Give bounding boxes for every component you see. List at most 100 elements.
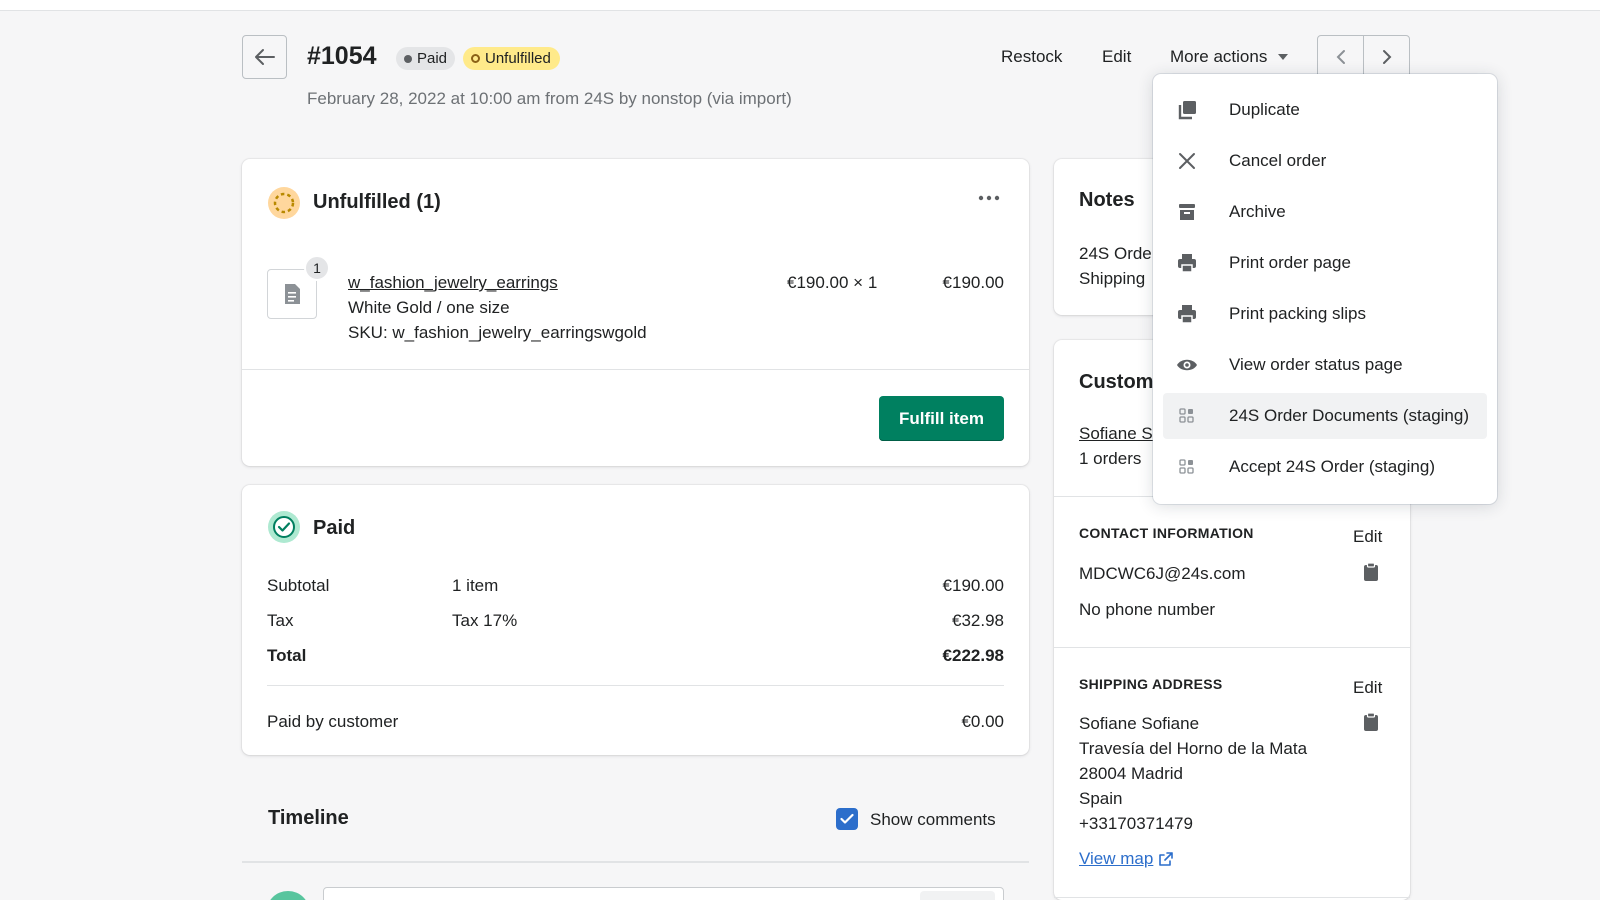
status-badge-paid: Paid (396, 47, 456, 70)
status-badge-paid-label: Paid (417, 50, 448, 67)
close-icon (1175, 149, 1199, 173)
notes-line-2: Shipping (1079, 269, 1146, 288)
menu-item-duplicate[interactable]: Duplicate (1163, 87, 1487, 133)
caret-down-icon (1278, 54, 1289, 60)
notes-line-1: 24S Orde (1079, 244, 1152, 263)
menu-item-label: Duplicate (1229, 100, 1300, 119)
address-name: Sofiane Sofiane (1079, 714, 1200, 733)
contact-edit-link[interactable]: Edit (1353, 527, 1382, 547)
product-variant: White Gold / one size (348, 298, 510, 317)
menu-item-label: Print packing slips (1229, 304, 1367, 323)
chevron-right-icon (1382, 50, 1391, 64)
shipping-edit-link[interactable]: Edit (1353, 678, 1382, 698)
menu-item-label: View order status page (1229, 355, 1403, 374)
timeline-divider (242, 861, 1029, 863)
more-actions-menu: Duplicate Cancel order Archive Print ord… (1153, 74, 1497, 504)
paid-by-customer-label: Paid by customer (267, 712, 399, 731)
app-icon (1175, 455, 1199, 479)
divider (242, 369, 1029, 370)
customer-email-link[interactable]: MDCWC6J@24s.com (1079, 564, 1246, 584)
paid-title: Paid (313, 517, 356, 539)
menu-item-24s-order-documents[interactable]: 24S Order Documents (staging) (1163, 393, 1487, 439)
subtotal-amount: €190.00 (942, 576, 1004, 595)
menu-item-view-order-status-page[interactable]: View order status page (1163, 342, 1487, 388)
status-badge-unfulfilled: Unfulfilled (463, 47, 560, 70)
fulfill-item-button[interactable]: Fulfill item (879, 396, 1004, 441)
menu-item-label: Print order page (1229, 253, 1351, 272)
arrow-left-icon (254, 49, 275, 65)
paid-by-customer-amount: €0.00 (961, 712, 1004, 731)
divider (267, 685, 1004, 686)
document-icon (285, 284, 300, 304)
view-map-link[interactable]: View map (1079, 849, 1174, 869)
unfulfilled-card: Unfulfilled (1) 1 w_fashion_jewelry_earr… (242, 159, 1029, 466)
dot-icon (404, 54, 412, 63)
post-comment-button[interactable] (920, 891, 995, 900)
page-title: #1054 (307, 42, 377, 70)
address-phone: +33170371479 (1079, 814, 1193, 833)
address-city: 28004 Madrid (1079, 764, 1183, 783)
tax-label: Tax (267, 611, 294, 630)
copy-address-icon[interactable] (1363, 712, 1379, 737)
product-sku: SKU: w_fashion_jewelry_earringswgold (348, 323, 647, 342)
menu-item-label: 24S Order Documents (staging) (1229, 406, 1469, 425)
menu-item-label: Accept 24S Order (staging) (1229, 457, 1435, 476)
avatar (266, 891, 310, 900)
paid-card: Paid Subtotal 1 item €190.00 Tax Tax 17%… (242, 485, 1029, 755)
restock-button[interactable]: Restock (1001, 47, 1062, 67)
view-map-label: View map (1079, 849, 1154, 868)
top-bar (0, 0, 1600, 11)
unfulfilled-title: Unfulfilled (1) (313, 191, 441, 213)
archive-icon (1175, 200, 1199, 224)
subtotal-label: Subtotal (267, 576, 330, 595)
next-order-button[interactable] (1363, 36, 1409, 78)
address-country: Spain (1079, 789, 1123, 808)
menu-item-accept-24s-order[interactable]: Accept 24S Order (staging) (1163, 444, 1487, 490)
previous-order-button[interactable] (1318, 36, 1363, 78)
eye-icon (1175, 353, 1199, 377)
divider (1054, 897, 1410, 898)
menu-item-print-packing-slips[interactable]: Print packing slips (1163, 291, 1487, 337)
print-icon (1175, 302, 1199, 326)
customer-title: Custom (1079, 371, 1154, 393)
subtotal-detail: 1 item (452, 576, 499, 595)
show-comments-label[interactable]: Show comments (870, 810, 996, 830)
menu-item-cancel-order[interactable]: Cancel order (1163, 138, 1487, 184)
address-street: Travesía del Horno de la Mata (1079, 739, 1308, 758)
product-line-total: €190.00 (942, 273, 1004, 292)
chevron-left-icon (1336, 50, 1345, 64)
total-amount: €222.98 (942, 646, 1004, 665)
more-options-icon[interactable] (977, 188, 1001, 213)
divider (1054, 647, 1410, 648)
order-subtitle: February 28, 2022 at 10:00 am from 24S b… (307, 89, 792, 108)
edit-button[interactable]: Edit (1102, 47, 1131, 67)
total-label: Total (267, 646, 307, 665)
copy-email-icon[interactable] (1363, 562, 1379, 587)
notes-title: Notes (1079, 189, 1135, 211)
show-comments-checkbox[interactable] (836, 808, 858, 830)
customer-orders-count: 1 orders (1079, 449, 1142, 468)
app-icon (1175, 404, 1199, 428)
product-unit-price: €190.00 × 1 (787, 273, 878, 292)
menu-item-print-order-page[interactable]: Print order page (1163, 240, 1487, 286)
menu-item-label: Archive (1229, 202, 1286, 221)
contact-information-heading: CONTACT INFORMATION (1079, 525, 1254, 541)
quantity-badge: 1 (304, 255, 330, 281)
print-icon (1175, 251, 1199, 275)
comment-input[interactable] (323, 887, 1004, 900)
checkmark-icon (840, 813, 854, 824)
customer-phone: No phone number (1079, 600, 1216, 619)
tax-detail: Tax 17% (452, 611, 518, 630)
more-actions-button[interactable]: More actions (1170, 47, 1289, 67)
customer-name-link[interactable]: Sofiane S (1079, 424, 1153, 444)
duplicate-icon (1175, 98, 1199, 122)
order-pager (1317, 35, 1410, 79)
back-button[interactable] (242, 35, 287, 79)
menu-item-label: Cancel order (1229, 151, 1327, 170)
status-badge-unfulfilled-label: Unfulfilled (485, 50, 551, 67)
tax-amount: €32.98 (952, 611, 1004, 630)
timeline-title: Timeline (268, 807, 349, 829)
product-link[interactable]: w_fashion_jewelry_earrings (348, 273, 558, 293)
paid-status-icon (267, 510, 301, 549)
menu-item-archive[interactable]: Archive (1163, 189, 1487, 235)
